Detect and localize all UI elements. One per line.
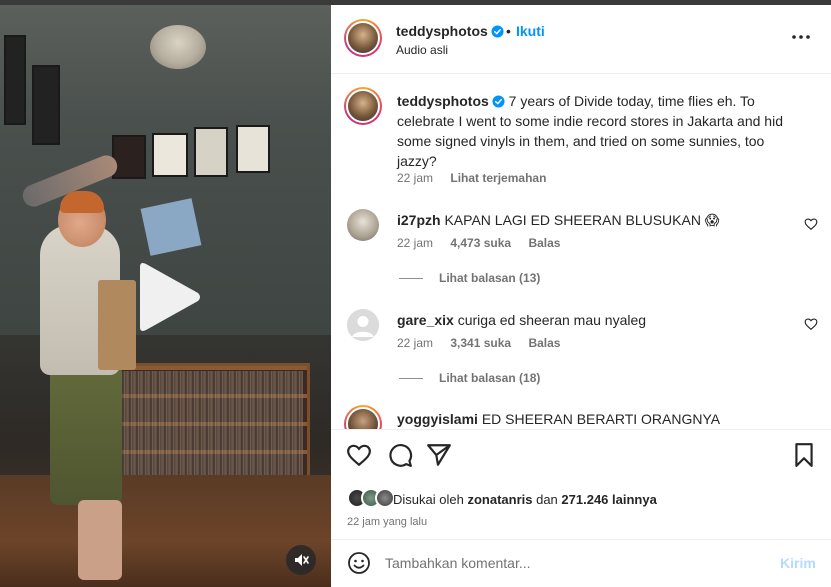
comment-likes[interactable]: 4,473 suka: [450, 236, 511, 250]
follow-button[interactable]: Ikuti: [516, 23, 545, 39]
caption-username[interactable]: teddysphotos: [397, 93, 489, 109]
comment-username[interactable]: gare_xix: [397, 312, 454, 328]
person-shorts-image: [50, 365, 122, 505]
liked-user[interactable]: zonatanris: [467, 492, 532, 507]
audio-link[interactable]: Audio asli: [396, 43, 448, 57]
comment-like-heart-icon[interactable]: [804, 217, 818, 231]
avatar-image: [346, 89, 380, 123]
poster-image: [194, 127, 228, 177]
smiley-icon[interactable]: [347, 551, 371, 575]
comment-username[interactable]: yoggyislami: [397, 411, 478, 427]
comment-icon[interactable]: [387, 442, 413, 468]
view-replies-label[interactable]: Lihat balasan (13): [439, 271, 540, 285]
liked-by-summary: Disukai oleh zonatanris dan 271.246 lain…: [393, 492, 657, 507]
caption-avatar[interactable]: [344, 87, 382, 125]
liked-count[interactable]: 271.246 lainnya: [561, 492, 656, 507]
post-actions: Disukai oleh zonatanris dan 271.246 lain…: [331, 429, 831, 539]
reply-button[interactable]: Balas: [528, 236, 560, 250]
cardboard-box-image: [98, 280, 136, 370]
poster-image: [32, 65, 60, 145]
verified-badge-icon: [491, 25, 504, 38]
commenter-avatar[interactable]: [347, 309, 379, 341]
caption-time[interactable]: 22 jam: [397, 171, 433, 185]
liker-avatar[interactable]: [375, 488, 395, 508]
mute-button[interactable]: [286, 545, 316, 575]
ceiling-lamp-image: [150, 25, 206, 69]
post-details-panel: teddysphotos • Ikuti Audio asli teddysph…: [331, 5, 831, 587]
translate-link[interactable]: Lihat terjemahan: [450, 171, 546, 185]
separator-dot: •: [506, 23, 511, 39]
poster-image: [4, 35, 26, 125]
post-video[interactable]: [0, 5, 331, 587]
comment-username[interactable]: i27pzh: [397, 212, 441, 228]
comment-time[interactable]: 22 jam: [397, 236, 433, 250]
caption: teddysphotos 7 years of Divide today, ti…: [397, 91, 797, 171]
liked-mid: dan: [536, 492, 558, 507]
more-options-button[interactable]: [789, 27, 813, 47]
comment-time[interactable]: 22 jam: [397, 336, 433, 350]
liked-prefix: Disukai oleh: [393, 492, 464, 507]
poster-image: [152, 133, 188, 177]
play-icon[interactable]: [136, 261, 202, 333]
comment-item: i27pzh KAPAN LAGI ED SHEERAN BLUSUKAN 😱: [397, 211, 777, 229]
comment-meta: 22 jam 4,473 suka Balas: [397, 236, 560, 250]
comment-likes[interactable]: 3,341 suka: [450, 336, 511, 350]
view-replies-button[interactable]: Lihat balasan (18): [399, 371, 540, 385]
comment-like-heart-icon[interactable]: [804, 317, 818, 331]
author-avatar[interactable]: [344, 19, 382, 57]
post-comment-button[interactable]: Kirim: [780, 555, 816, 571]
poster-image: [112, 135, 146, 179]
app-window: teddysphotos • Ikuti Audio asli teddysph…: [0, 0, 831, 587]
comment-meta: 22 jam 3,341 suka Balas: [397, 336, 560, 350]
commenter-avatar[interactable]: [347, 209, 379, 241]
verified-badge-icon: [492, 95, 505, 108]
paper-plane-icon[interactable]: [426, 442, 452, 468]
bookmark-icon[interactable]: [791, 442, 817, 468]
reply-button[interactable]: Balas: [528, 336, 560, 350]
comment-input[interactable]: [385, 552, 765, 574]
view-replies-label[interactable]: Lihat balasan (18): [439, 371, 540, 385]
heart-icon[interactable]: [346, 442, 372, 468]
header-divider: [331, 73, 831, 74]
post-time-ago[interactable]: 22 jam yang lalu: [347, 516, 427, 528]
comment-composer: Kirim: [331, 539, 831, 587]
view-replies-button[interactable]: Lihat balasan (13): [399, 271, 540, 285]
comment-emoji: 😱: [704, 212, 720, 228]
avatar-image: [346, 21, 380, 55]
speaker-muted-icon: [295, 554, 309, 566]
replies-line: [399, 277, 423, 279]
comment-text: KAPAN LAGI ED SHEERAN BLUSUKAN: [444, 212, 701, 228]
poster-image: [236, 125, 270, 173]
person-legs-image: [78, 500, 122, 580]
author-username-text[interactable]: teddysphotos: [396, 23, 488, 39]
replies-line: [399, 377, 423, 379]
caption-meta: 22 jam Lihat terjemahan: [397, 171, 546, 185]
more-horizontal-icon: [792, 35, 810, 39]
default-avatar-icon: [347, 309, 379, 341]
person-hair-image: [60, 191, 104, 213]
comment-item: gare_xix curiga ed sheeran mau nyaleg: [397, 311, 777, 329]
comment-text: curiga ed sheeran mau nyaleg: [457, 312, 647, 328]
author-username[interactable]: teddysphotos: [396, 23, 504, 39]
